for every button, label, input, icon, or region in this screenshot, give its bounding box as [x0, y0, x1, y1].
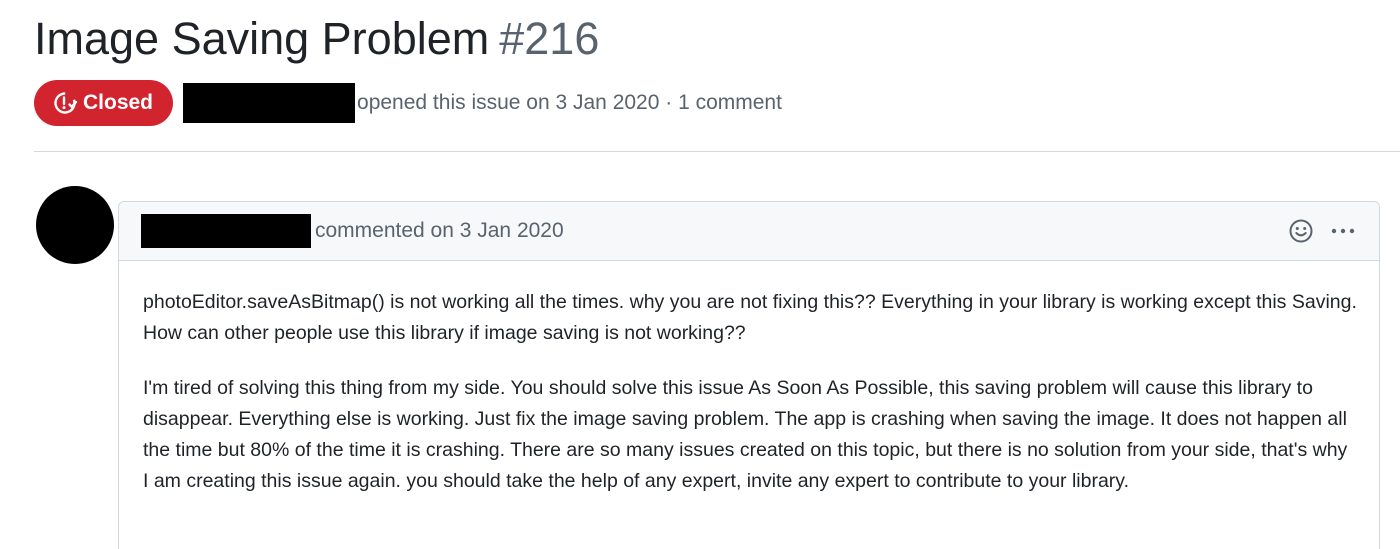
state-label: Closed [83, 91, 154, 114]
redacted-commenter [141, 214, 311, 248]
comment-actions [1287, 202, 1357, 260]
issue-meta-row: Closed opened this issue on 3 Jan 2020 ·… [34, 79, 782, 127]
comment-meta[interactable]: commented on 3 Jan 2020 [315, 219, 564, 243]
comment-paragraph: I'm tired of solving this thing from my … [143, 377, 1348, 492]
issue-number: #216 [499, 13, 600, 64]
comment-header: commented on 3 Jan 2020 [119, 202, 1379, 261]
header-divider [34, 151, 1400, 152]
issue-page: Image Saving Problem #216 Closed opened t… [0, 0, 1400, 549]
comment-body: photoEditor.saveAsBitmap() is not workin… [119, 261, 1379, 497]
issue-title: Image Saving Problem #216 [34, 10, 599, 68]
comment-paragraph: photoEditor.saveAsBitmap() is not workin… [143, 291, 1357, 344]
redacted-author [183, 83, 356, 123]
state-badge: Closed [34, 80, 174, 126]
smiley-icon [1289, 219, 1313, 243]
kebab-horizontal-icon [1331, 228, 1355, 234]
avatar[interactable] [36, 186, 114, 264]
comment-box: commented on 3 Jan 2020 photoEditor.save… [118, 201, 1380, 549]
issue-meta-text: opened this issue on 3 Jan 2020 · 1 comm… [357, 91, 782, 114]
add-reaction-button[interactable] [1287, 217, 1315, 245]
more-options-button[interactable] [1329, 217, 1357, 245]
issue-title-text: Image Saving Problem [34, 13, 490, 64]
issue-closed-icon [54, 92, 78, 114]
